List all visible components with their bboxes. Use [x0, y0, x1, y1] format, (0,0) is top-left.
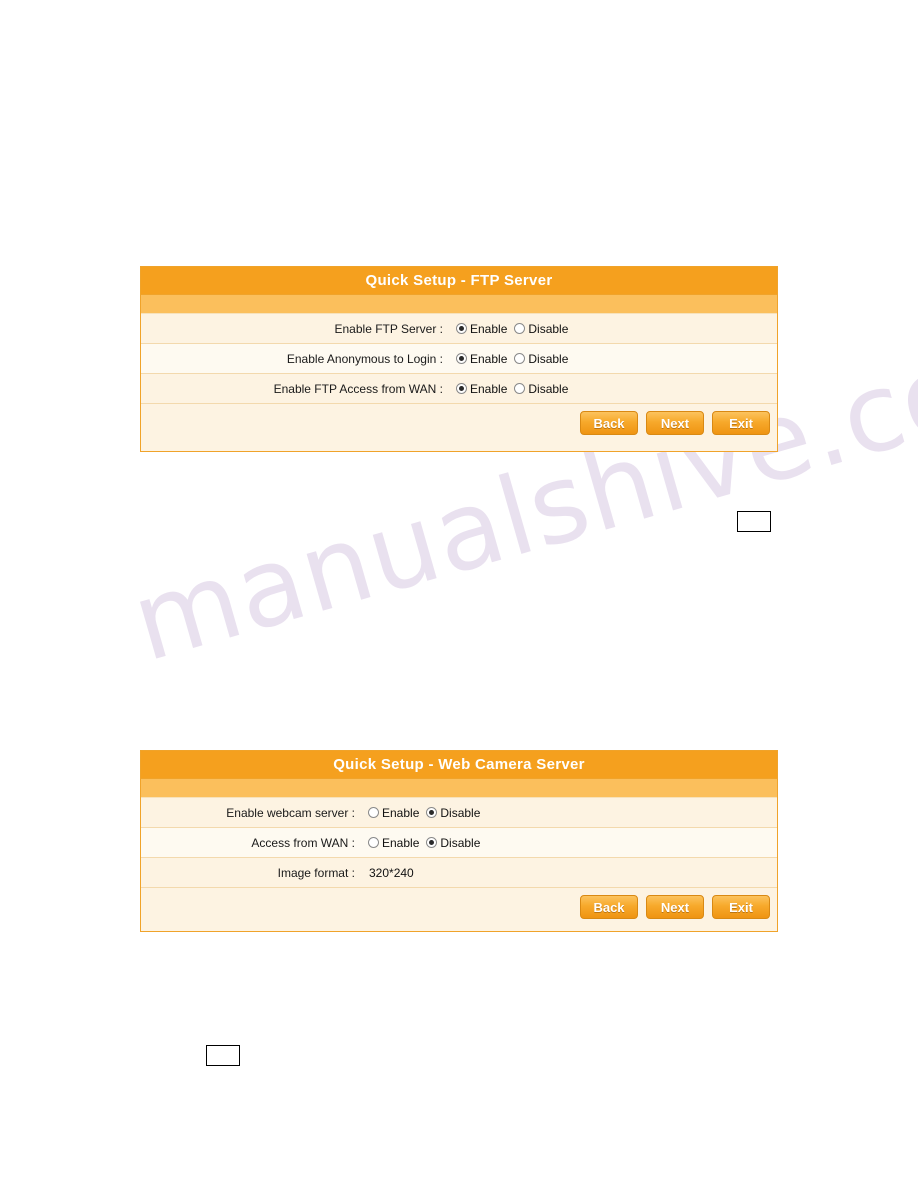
radio-group-enable-anonymous-login: Enable Disable: [456, 352, 575, 366]
button-bar: Back Next Exit: [141, 404, 777, 442]
radio-label-enable: Enable: [470, 321, 508, 336]
radio-option-enable[interactable]: Enable: [368, 806, 419, 820]
row-label: Access from WAN :: [251, 835, 355, 850]
button-bar: Back Next Exit: [141, 888, 777, 926]
row-value: Enable Disable: [451, 382, 777, 396]
panel-ftp-server: Quick Setup - FTP Server Enable FTP Serv…: [140, 266, 778, 452]
back-button[interactable]: Back: [580, 895, 638, 919]
exit-button[interactable]: Exit: [712, 895, 770, 919]
next-button[interactable]: Next: [646, 411, 704, 435]
row-image-format: Image format : 320*240: [141, 858, 777, 888]
page-number-box-bottom: [206, 1045, 240, 1066]
radio-icon-disable[interactable]: [426, 807, 438, 818]
panel-subbar: [141, 295, 777, 314]
radio-option-disable[interactable]: Disable: [426, 806, 480, 820]
radio-icon-disable[interactable]: [514, 323, 526, 334]
row-access-from-wan: Access from WAN : Enable Disable: [141, 828, 777, 858]
radio-icon-enable[interactable]: [368, 837, 379, 848]
radio-label-enable: Enable: [470, 351, 508, 366]
radio-group-enable-ftp-access-wan: Enable Disable: [456, 382, 575, 396]
radio-group-enable-ftp-server: Enable Disable: [456, 322, 575, 336]
radio-option-disable[interactable]: Disable: [514, 382, 568, 396]
radio-label-enable: Enable: [470, 381, 508, 396]
row-value: Enable Disable: [363, 836, 777, 850]
radio-option-enable[interactable]: Enable: [368, 836, 419, 850]
radio-option-disable[interactable]: Disable: [514, 322, 568, 336]
panel-title: Quick Setup - Web Camera Server: [141, 751, 777, 779]
radio-option-enable[interactable]: Enable: [456, 322, 507, 336]
row-enable-ftp-access-wan: Enable FTP Access from WAN : Enable Disa…: [141, 374, 777, 404]
radio-label-disable: Disable: [440, 805, 481, 820]
radio-icon-disable[interactable]: [514, 383, 526, 394]
row-enable-webcam-server: Enable webcam server : Enable Disable: [141, 798, 777, 828]
radio-option-disable[interactable]: Disable: [514, 352, 568, 366]
row-value: Enable Disable: [451, 352, 777, 366]
radio-icon-enable[interactable]: [456, 383, 467, 394]
radio-label-disable: Disable: [528, 321, 569, 336]
row-label: Enable FTP Server :: [334, 321, 444, 336]
radio-label-enable: Enable: [382, 805, 420, 820]
row-enable-ftp-server: Enable FTP Server : Enable Disable: [141, 314, 777, 344]
radio-label-disable: Disable: [528, 351, 569, 366]
exit-button[interactable]: Exit: [712, 411, 770, 435]
panel-subbar: [141, 779, 777, 798]
image-format-value: 320*240: [369, 865, 414, 880]
radio-option-disable[interactable]: Disable: [426, 836, 480, 850]
radio-icon-enable[interactable]: [456, 353, 467, 364]
row-label: Enable webcam server :: [226, 805, 355, 820]
row-value: Enable Disable: [451, 322, 777, 336]
panel-web-camera-server: Quick Setup - Web Camera Server Enable w…: [140, 750, 778, 932]
radio-option-enable[interactable]: Enable: [456, 382, 507, 396]
radio-label-enable: Enable: [382, 835, 420, 850]
row-label: Enable FTP Access from WAN :: [273, 381, 443, 396]
watermark: manualshive.com: [0, 0, 918, 1188]
back-button[interactable]: Back: [580, 411, 638, 435]
radio-icon-disable[interactable]: [514, 353, 526, 364]
panel-title: Quick Setup - FTP Server: [141, 267, 777, 295]
radio-group-access-from-wan: Enable Disable: [368, 836, 487, 850]
next-button[interactable]: Next: [646, 895, 704, 919]
row-enable-anonymous-login: Enable Anonymous to Login : Enable Disab…: [141, 344, 777, 374]
row-label: Image format :: [277, 865, 355, 880]
radio-icon-disable[interactable]: [426, 837, 438, 848]
radio-group-enable-webcam-server: Enable Disable: [368, 806, 487, 820]
radio-label-disable: Disable: [440, 835, 481, 850]
page-number-box-top: [737, 511, 771, 532]
row-label: Enable Anonymous to Login :: [286, 351, 443, 366]
radio-option-enable[interactable]: Enable: [456, 352, 507, 366]
row-value: Enable Disable: [363, 806, 777, 820]
radio-icon-enable[interactable]: [456, 323, 467, 334]
row-value: 320*240: [363, 866, 777, 880]
radio-icon-enable[interactable]: [368, 807, 379, 818]
radio-label-disable: Disable: [528, 381, 569, 396]
